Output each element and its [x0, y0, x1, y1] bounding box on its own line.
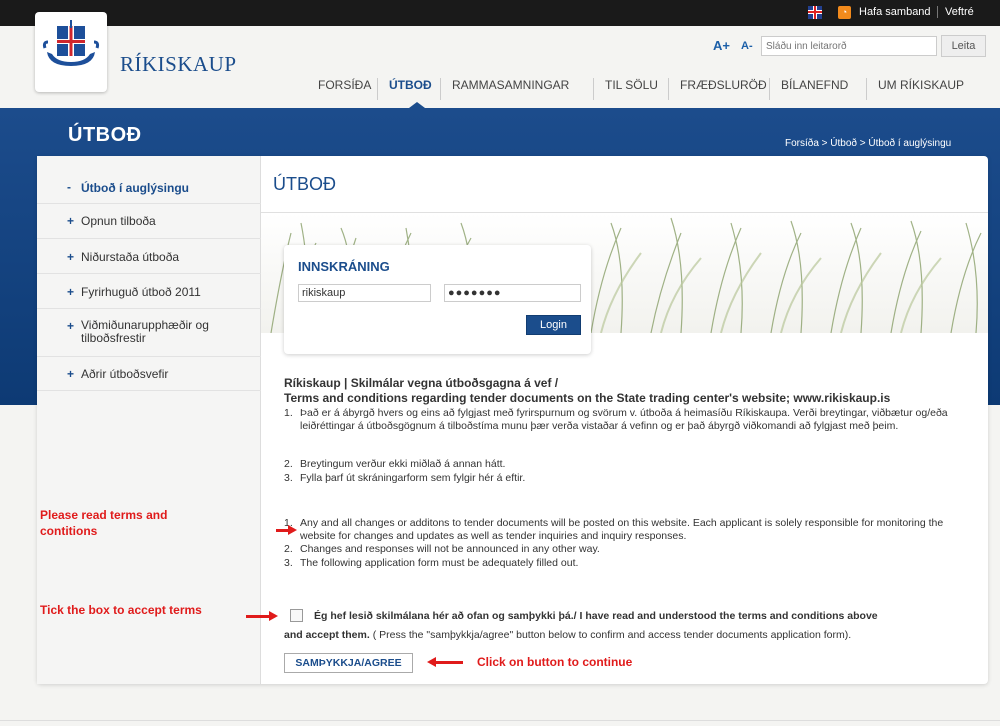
- font-increase-button[interactable]: A+: [713, 38, 730, 53]
- expand-icon: +: [67, 250, 75, 264]
- sidebar-item-label: Opnun tilboða: [81, 214, 156, 228]
- accept-instructions: ( Press the "samþykkja/agree" button bel…: [369, 629, 852, 641]
- nav-item-til-solu[interactable]: TIL SÖLU: [605, 78, 658, 92]
- site-header: RÍKISKAUP A+ A- Leita FORSÍÐA ÚTBOÐ RAMM…: [0, 12, 1000, 108]
- list-number: 3.: [284, 557, 293, 569]
- sidebar-item-label: Viðmiðunarupphæðir og tilboðsfrestir: [81, 318, 209, 345]
- sidebar-item-nidurstada-utboda[interactable]: + Niðurstaða útboða: [37, 239, 261, 274]
- sidebar-item-adrir-utbodsvefir[interactable]: + Aðrir útboðsvefir: [37, 357, 261, 391]
- nav-divider: [866, 78, 867, 100]
- nav-item-um-rikiskaup[interactable]: UM RÍKISKAUP: [878, 78, 964, 92]
- sitemap-link[interactable]: Veftré: [945, 6, 974, 18]
- password-input[interactable]: ●●●●●●●: [444, 284, 581, 302]
- login-box: INNSKRÁNING rikiskaup ●●●●●●● Login: [284, 245, 591, 354]
- annotation-arrow: [435, 661, 463, 664]
- main-content: ÚTBOÐ INNSKRÁNING rikiskaup ●●●●●●● Logi…: [261, 156, 988, 684]
- nav-divider: [769, 78, 770, 100]
- uk-flag-icon[interactable]: [808, 6, 822, 19]
- accept-checkbox[interactable]: [290, 609, 303, 622]
- list-text: Breytingum verður ekki miðlað á annan há…: [300, 458, 506, 470]
- login-button[interactable]: Login: [526, 315, 581, 335]
- sidebar-item-label: Aðrir útboðsvefir: [81, 367, 169, 381]
- list-text: Changes and responses will not be announ…: [300, 543, 600, 555]
- annotation-click-button: Click on button to continue: [477, 655, 633, 669]
- arrow-right-icon: [269, 611, 278, 621]
- list-text: Fylla þarf út skráningarform sem fylgir …: [300, 472, 526, 484]
- list-text: The following application form must be a…: [300, 557, 579, 569]
- sidebar-item-label: Útboð í auglýsingu: [81, 181, 189, 195]
- sidebar-item-label: Niðurstaða útboða: [81, 250, 180, 264]
- sidebar-item-opnun-tilboda[interactable]: + Opnun tilboða: [37, 204, 261, 239]
- nav-item-bilanefnd[interactable]: BÍLANEFND: [781, 78, 848, 92]
- list-number: 2.: [284, 543, 293, 555]
- accept-label: Ég hef lesið skilmálana hér að ofan og s…: [314, 610, 878, 622]
- expand-icon: +: [67, 367, 75, 381]
- site-name[interactable]: RÍKISKAUP: [120, 52, 237, 77]
- footer-divider: [0, 720, 1000, 721]
- list-number: 3.: [284, 472, 293, 484]
- list-number: 2.: [284, 458, 293, 470]
- nav-divider: [440, 78, 441, 100]
- accept-label-continued: and accept them. ( Press the "samþykkja/…: [284, 629, 851, 641]
- nav-divider: [377, 78, 378, 100]
- terms-heading-en: Terms and conditions regarding tender do…: [284, 391, 891, 405]
- sidebar-item-vidmidunarupphaedir[interactable]: + Viðmiðunarupphæðir og tilboðsfrestir: [37, 309, 261, 357]
- breadcrumb[interactable]: Forsíða > Útboð > Útboð í auglýsingu: [785, 138, 951, 149]
- nav-item-fraedsluröd[interactable]: FRÆÐSLURÖÐ: [680, 78, 767, 92]
- arrow-right-icon: [288, 525, 297, 535]
- page-title: ÚTBOÐ: [68, 124, 142, 146]
- expand-icon: +: [67, 285, 75, 299]
- collapse-icon: -: [67, 180, 71, 194]
- sidebar-item-label: Fyrirhuguð útboð 2011: [81, 285, 201, 299]
- search-button[interactable]: Leita: [941, 35, 986, 57]
- logo[interactable]: [35, 12, 107, 92]
- rss-icon[interactable]: ◔: [838, 6, 851, 19]
- annotation-arrow: [246, 615, 271, 618]
- contact-link[interactable]: Hafa samband: [859, 6, 931, 18]
- sidebar-item-fyrirhugud-utbod[interactable]: + Fyrirhuguð útboð 2011: [37, 274, 261, 309]
- list-text: Any and all changes or additons to tende…: [300, 517, 944, 542]
- expand-icon: +: [67, 214, 75, 228]
- nav-item-forsida[interactable]: FORSÍÐA: [318, 78, 371, 92]
- nav-divider: [593, 78, 594, 100]
- agree-button[interactable]: SAMÞYKKJA/AGREE: [284, 653, 413, 673]
- login-title: INNSKRÁNING: [298, 259, 390, 274]
- expand-icon: +: [67, 319, 75, 333]
- annotation-tick-box: Tick the box to accept terms: [40, 603, 202, 617]
- content-title: ÚTBOÐ: [273, 174, 336, 194]
- search-input[interactable]: [761, 36, 937, 56]
- nav-divider: [668, 78, 669, 100]
- topbar-divider: [937, 6, 938, 18]
- list-number: 1.: [284, 407, 293, 419]
- viking-ship-logo-icon: [42, 20, 100, 66]
- nav-item-rammasamningar[interactable]: RAMMASAMNINGAR: [452, 78, 569, 92]
- list-text: Það er á ábyrgð hvers og eins að fylgjas…: [300, 407, 948, 432]
- accept-label-bold: and accept them.: [284, 629, 370, 641]
- top-bar: ◔ Hafa samband Veftré: [0, 0, 1000, 26]
- terms-heading-is: Ríkiskaup | Skilmálar vegna útboðsgagna …: [284, 376, 559, 390]
- username-input[interactable]: rikiskaup: [298, 284, 431, 302]
- annotation-read-terms: Please read terms and contitions: [40, 508, 168, 538]
- font-decrease-button[interactable]: A-: [741, 40, 753, 52]
- sidebar-item-utbod-i-auglysingu[interactable]: - Útboð í auglýsingu: [37, 170, 261, 204]
- nav-item-utbod[interactable]: ÚTBOÐ: [389, 78, 432, 92]
